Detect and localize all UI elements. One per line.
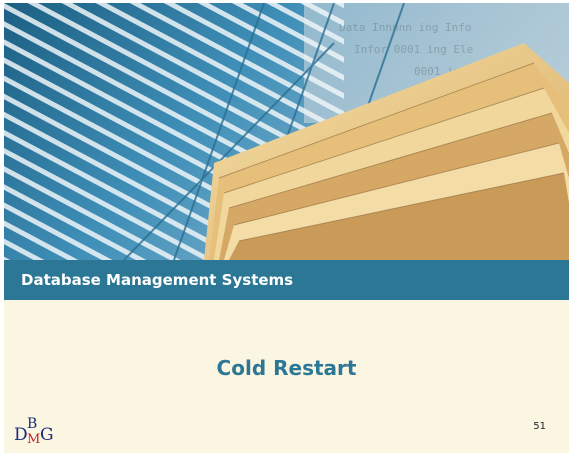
slide-subtitle: Cold Restart [216,356,357,380]
title-bar: Database Management Systems [4,260,569,300]
logo-letter-b: B [27,416,38,432]
banner-image: Data Innnnn ing Info Infor 0001 ing Ele … [4,3,569,260]
page-number: 51 [533,421,546,432]
folders-photo: Data Innnnn ing Info Infor 0001 ing Ele … [4,3,569,260]
slide-title: Database Management Systems [21,271,294,289]
logo-letter-d: D [14,425,28,445]
svg-text:Data Innnnn ing Info: Data Innnnn ing Info [339,21,471,34]
logo-letter-m: M [27,432,41,447]
dbmg-logo: D B M G [14,413,74,449]
slide: Data Innnnn ing Info Infor 0001 ing Ele … [4,3,569,453]
svg-text:Infor 0001 ing Ele: Infor 0001 ing Ele [354,43,473,56]
logo-letter-g: G [40,425,54,445]
